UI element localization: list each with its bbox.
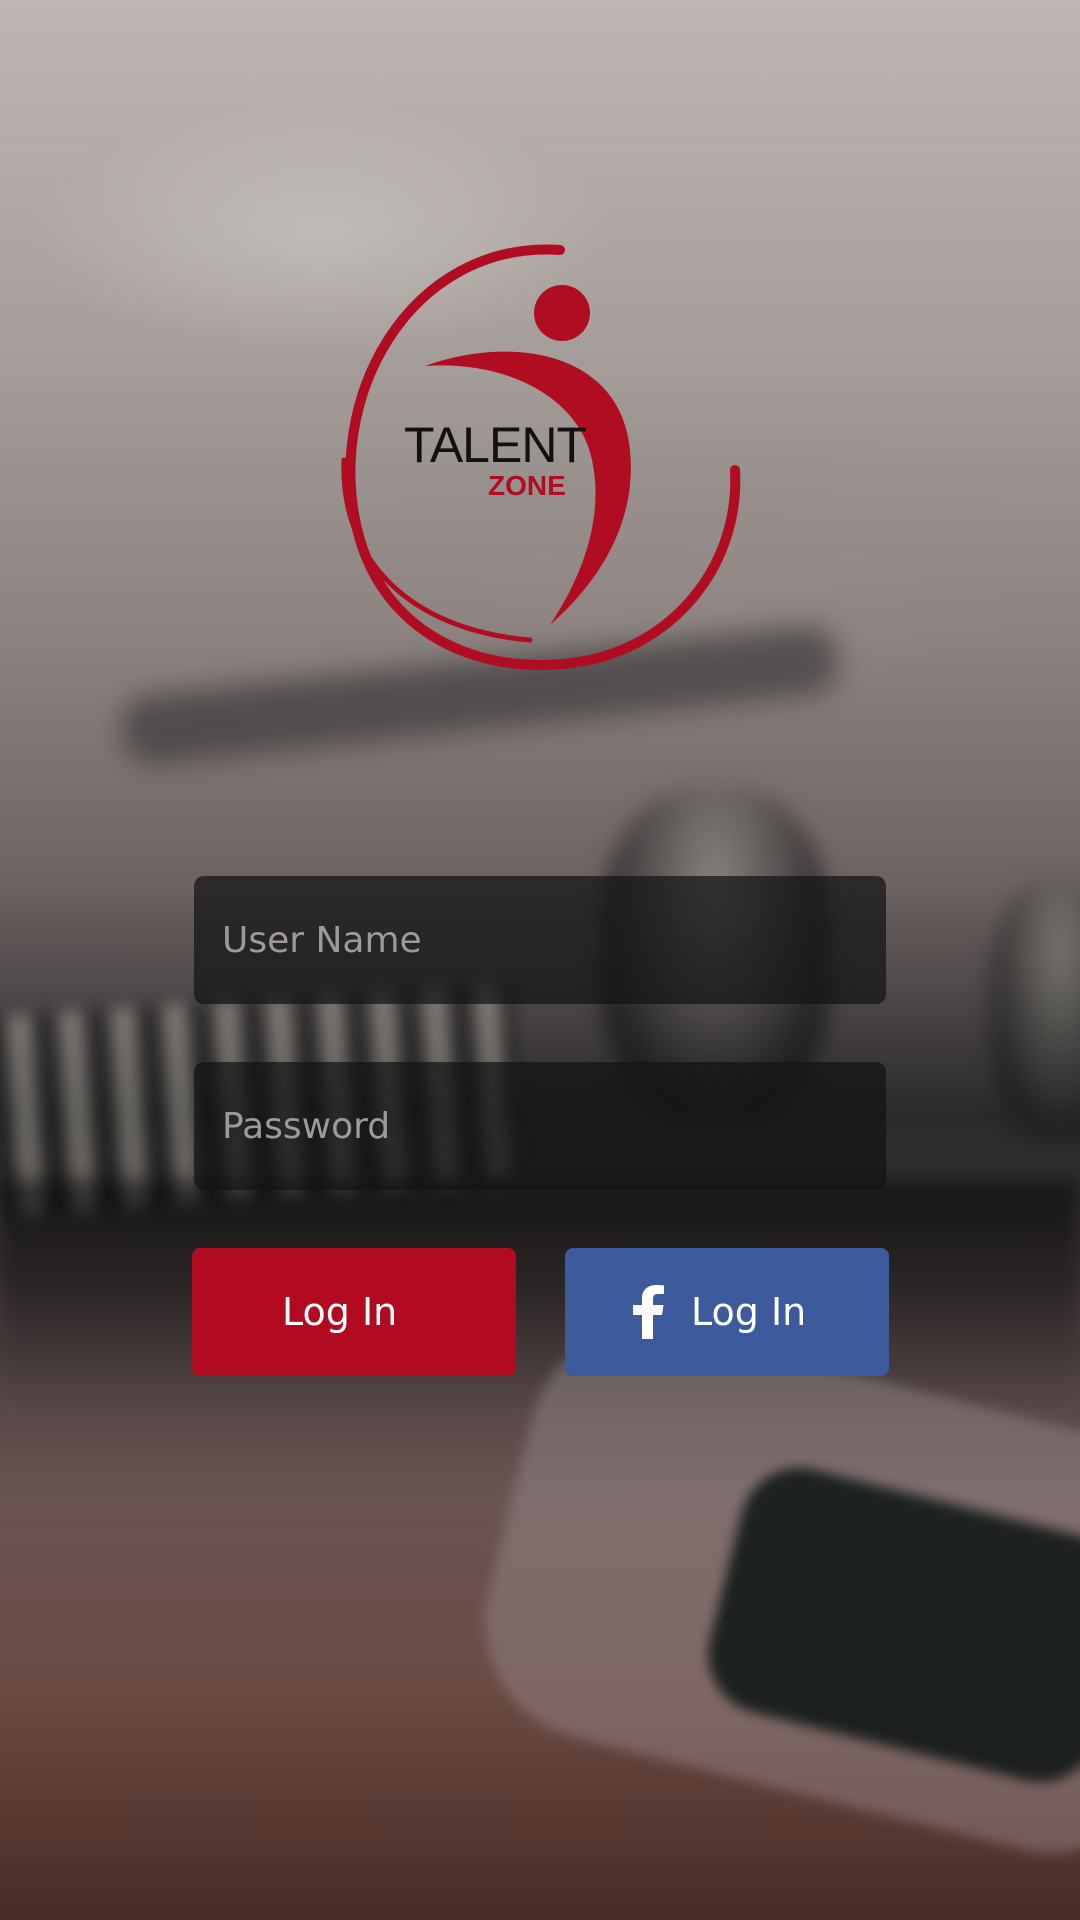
username-input[interactable] (220, 875, 886, 1005)
logo-wordmark: TALENT (404, 417, 587, 473)
talent-zone-logo: TALENT ZONE (330, 240, 750, 680)
background-shadow (0, 1180, 1080, 1400)
facebook-login-label: Log In (691, 1290, 807, 1334)
background-guitar-jack (695, 1455, 1080, 1795)
password-field[interactable] (194, 1061, 886, 1191)
login-button-label: Log In (282, 1290, 398, 1334)
password-input[interactable] (220, 1061, 886, 1191)
login-button[interactable]: Log In (192, 1248, 516, 1376)
background-guitar-plate (459, 1301, 1080, 1879)
background-guitar-knob (990, 880, 1080, 1140)
username-field[interactable] (194, 875, 886, 1005)
login-screen: TALENT ZONE Log In Log In (0, 0, 1080, 1920)
logo-subtitle: ZONE (488, 470, 566, 501)
facebook-login-button[interactable]: Log In (565, 1248, 889, 1376)
facebook-icon (631, 1285, 665, 1339)
